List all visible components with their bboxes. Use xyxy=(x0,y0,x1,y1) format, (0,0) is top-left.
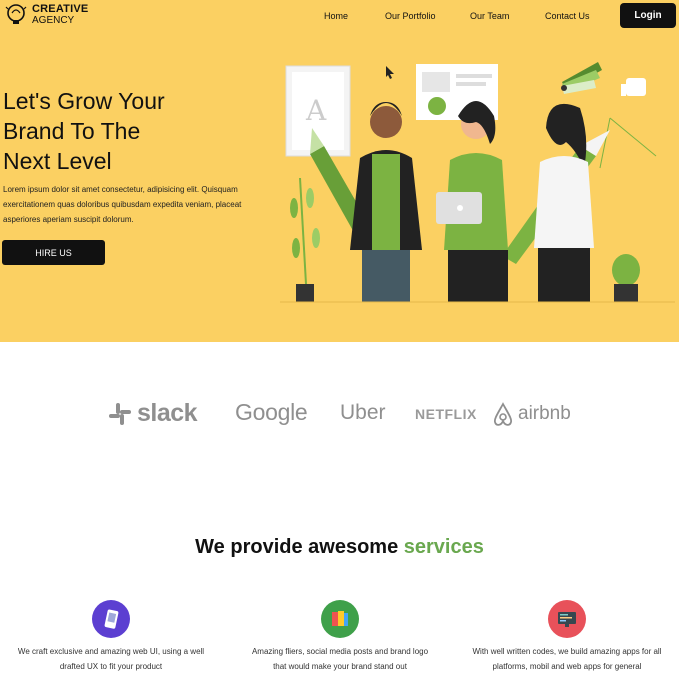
uber-logo: Uber xyxy=(340,401,386,425)
service-apps-description: With well written codes, we build amazin… xyxy=(472,647,662,671)
code-monitor-icon xyxy=(548,600,586,638)
google-logo: Google xyxy=(235,399,308,426)
service-web-description: We craft exclusive and amazing web UI, u… xyxy=(17,647,205,671)
slack-icon xyxy=(109,402,131,425)
slack-logo: slack xyxy=(107,399,198,428)
airbnb-icon xyxy=(493,402,513,426)
service-card-graphics: Amazing fliers, social media posts and b… xyxy=(245,600,435,674)
netflix-logo: NETFLIX xyxy=(415,406,477,422)
lightbulb-icon xyxy=(5,4,27,24)
person-graphic-2 xyxy=(436,101,508,302)
services-heading-prefix: We provide awesome xyxy=(195,536,399,558)
airbnb-logo-text: airbnb xyxy=(518,403,571,424)
plant-graphic xyxy=(290,177,320,302)
color-palette-icon xyxy=(321,600,359,638)
service-card-apps: With well written codes, we build amazin… xyxy=(472,600,662,674)
nav-home-link[interactable]: Home xyxy=(324,11,348,21)
login-button[interactable]: Login xyxy=(620,3,676,28)
hero-title-line1: Let's Grow Your xyxy=(3,88,165,114)
cactus-graphic xyxy=(612,254,640,302)
hero-title: Let's Grow Your Brand To The Next Level xyxy=(3,86,273,176)
hero-section: CREATIVE AGENCY Home Our Portfolio Our T… xyxy=(0,0,679,342)
hero-description: Lorem ipsum dolor sit amet consectetur, … xyxy=(3,185,242,224)
service-card-web: We craft exclusive and amazing web UI, u… xyxy=(16,600,206,674)
svg-text:A: A xyxy=(305,94,327,127)
palette-graphic xyxy=(561,62,602,94)
mobile-design-icon xyxy=(92,600,130,638)
slack-logo-text: slack xyxy=(137,399,198,427)
netflix-logo-text: NETFLIX xyxy=(415,406,477,422)
services-heading: We provide awesome services xyxy=(0,536,679,559)
team-illustration: A xyxy=(280,62,675,303)
logo-line2: AGENCY xyxy=(32,15,75,26)
services-heading-accent: services xyxy=(403,536,484,558)
airbnb-logo: airbnb xyxy=(492,401,571,427)
service-graphics-description: Amazing fliers, social media posts and b… xyxy=(251,647,429,671)
brand-logos: slack Google Uber NETFLIX airbnb xyxy=(0,395,679,440)
person-graphic-1 xyxy=(350,102,422,302)
cursor-icon xyxy=(386,66,394,79)
like-icon xyxy=(621,78,646,96)
logo-line1: CREATIVE xyxy=(32,3,89,15)
uber-logo-text: Uber xyxy=(340,401,386,424)
nav-contact-link[interactable]: Contact Us xyxy=(545,11,590,21)
nav-team-link[interactable]: Our Team xyxy=(470,11,509,21)
hero-title-line3: Next Level xyxy=(3,148,112,174)
agency-logo[interactable]: CREATIVE AGENCY xyxy=(4,3,88,27)
hire-us-button[interactable]: HIRE US xyxy=(2,240,105,265)
person-graphic-3 xyxy=(534,103,594,302)
google-logo-text: Google xyxy=(235,399,308,425)
nav-portfolio-link[interactable]: Our Portfolio xyxy=(385,11,436,21)
hero-title-line2: Brand To The xyxy=(3,118,141,144)
